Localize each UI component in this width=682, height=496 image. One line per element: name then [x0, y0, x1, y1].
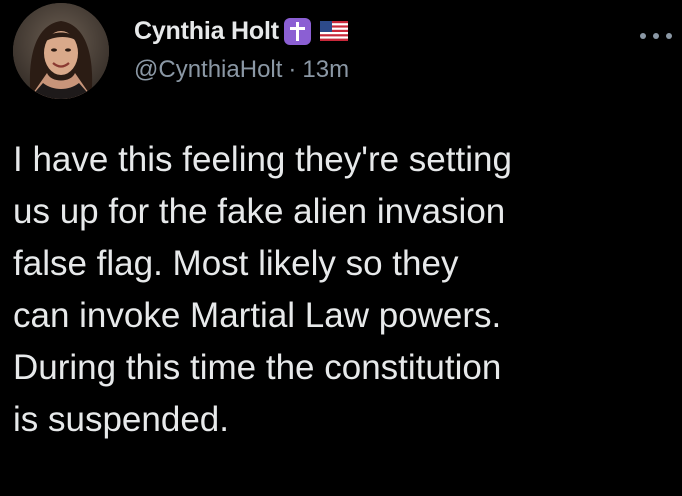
avatar[interactable] — [13, 3, 109, 99]
timestamp[interactable]: 13m — [302, 56, 349, 83]
tweet-text: I have this feeling they're setting us u… — [13, 134, 673, 446]
separator: · — [288, 56, 297, 83]
tweet-text-line: us up for the fake alien invasion — [13, 192, 506, 231]
more-horizontal-icon[interactable] — [640, 28, 672, 44]
author-name-row: Cynthia Holt — [134, 14, 348, 48]
handle-row: @CynthiaHolt · 13m — [134, 56, 349, 84]
avatar-photo — [13, 3, 109, 99]
display-name[interactable]: Cynthia Holt — [134, 17, 279, 46]
handle[interactable]: @CynthiaHolt — [134, 56, 282, 83]
tweet-card: Cynthia Holt @CynthiaHolt · 13m I have thi… — [0, 0, 682, 496]
tweet-text-line: During this time the constitution — [13, 348, 502, 387]
cross-icon — [283, 17, 311, 45]
tweet-text-line: is suspended. — [13, 400, 229, 439]
us-flag-icon — [319, 21, 348, 41]
tweet-text-line: I have this feeling they're setting — [13, 140, 512, 179]
tweet-text-line: false flag. Most likely so they — [13, 244, 459, 283]
tweet-text-line: can invoke Martial Law powers. — [13, 296, 502, 335]
